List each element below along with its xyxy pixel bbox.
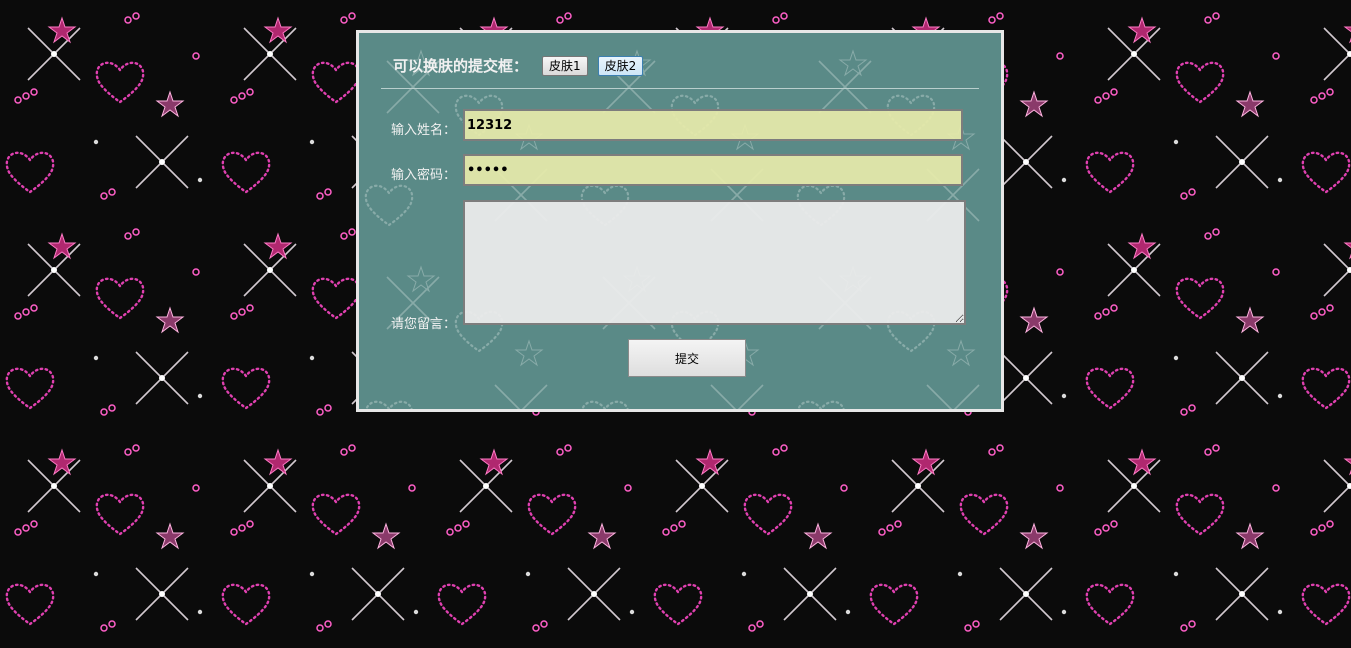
submit-button[interactable]: 提交 (628, 339, 746, 377)
header-divider (381, 88, 979, 89)
skin-form-panel: 可以换肤的提交框： 皮肤1 皮肤2 输入姓名： 输入密码： 请您留言： 提交 (356, 30, 1004, 412)
password-label: 输入密码： (391, 168, 457, 183)
message-label: 请您留言： (391, 317, 457, 332)
message-textarea[interactable] (463, 200, 966, 325)
skin-2-button[interactable]: 皮肤2 (597, 55, 644, 76)
password-input[interactable] (463, 154, 963, 186)
name-label: 输入姓名： (391, 123, 457, 138)
skin-1-button[interactable]: 皮肤1 (542, 55, 588, 76)
form-title: 可以换肤的提交框： (393, 57, 529, 75)
form-header: 可以换肤的提交框： 皮肤1 皮肤2 (393, 55, 653, 76)
name-input[interactable] (463, 109, 963, 141)
